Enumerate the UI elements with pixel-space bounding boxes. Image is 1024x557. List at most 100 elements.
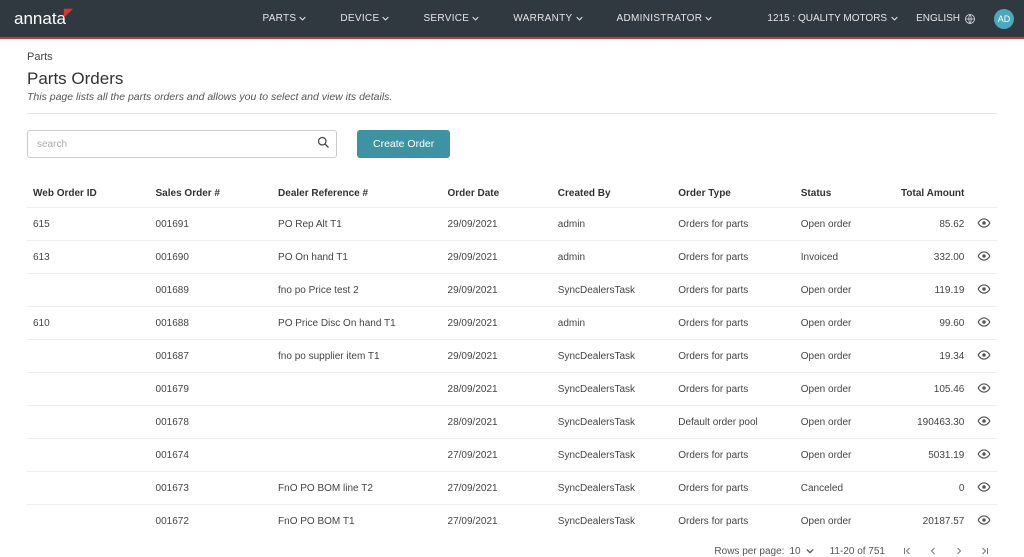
- avatar[interactable]: AD: [994, 9, 1014, 29]
- col-web-order-id[interactable]: Web Order ID: [27, 180, 150, 208]
- col-sales-order[interactable]: Sales Order #: [150, 180, 273, 208]
- prev-page-icon[interactable]: [927, 545, 939, 557]
- cell-created-by: admin: [552, 208, 672, 241]
- search-icon[interactable]: [316, 135, 331, 155]
- table-row[interactable]: 00167427/09/2021SyncDealersTaskOrders fo…: [27, 439, 997, 472]
- table-row[interactable]: 613001690PO On hand T129/09/2021adminOrd…: [27, 241, 997, 274]
- cell-order-type: Orders for parts: [672, 373, 795, 406]
- next-page-icon[interactable]: [953, 545, 965, 557]
- col-created-by[interactable]: Created By: [552, 180, 672, 208]
- cell-dealer-reference: fno po supplier item T1: [272, 340, 441, 373]
- cell-created-by: admin: [552, 241, 672, 274]
- col-order-type[interactable]: Order Type: [672, 180, 795, 208]
- cell-status: Open order: [795, 208, 893, 241]
- table-row[interactable]: 610001688PO Price Disc On hand T129/09/2…: [27, 307, 997, 340]
- nav-right: 1215 : QUALITY MOTORS ENGLISH AD: [767, 9, 1014, 29]
- cell-web-order-id: [27, 340, 150, 373]
- toolbar: Create Order: [27, 130, 997, 158]
- view-order-button[interactable]: [970, 340, 997, 373]
- logo[interactable]: annata◤: [14, 9, 72, 29]
- orders-table: Web Order ID Sales Order # Dealer Refere…: [27, 180, 997, 537]
- view-order-button[interactable]: [970, 208, 997, 241]
- cell-sales-order: 001672: [150, 505, 273, 538]
- pager: [901, 545, 991, 557]
- chevron-down-icon: [705, 15, 712, 22]
- rows-per-page-value: 10: [789, 546, 800, 557]
- menu-item-parts[interactable]: PARTS: [262, 13, 306, 24]
- table-row[interactable]: 001672FnO PO BOM T127/09/2021SyncDealers…: [27, 505, 997, 538]
- cell-total-amount: 119.19: [893, 274, 971, 307]
- cell-order-date: 28/09/2021: [442, 406, 552, 439]
- cell-created-by: SyncDealersTask: [552, 274, 672, 307]
- cell-sales-order: 001689: [150, 274, 273, 307]
- view-order-button[interactable]: [970, 406, 997, 439]
- breadcrumb[interactable]: Parts: [27, 51, 997, 63]
- table-row[interactable]: 001673FnO PO BOM line T227/09/2021SyncDe…: [27, 472, 997, 505]
- cell-dealer-reference: PO On hand T1: [272, 241, 441, 274]
- menu-item-service[interactable]: SERVICE: [423, 13, 479, 24]
- view-order-button[interactable]: [970, 241, 997, 274]
- view-order-button[interactable]: [970, 505, 997, 538]
- cell-dealer-reference: PO Price Disc On hand T1: [272, 307, 441, 340]
- cell-sales-order: 001673: [150, 472, 273, 505]
- cell-order-type: Default order pool: [672, 406, 795, 439]
- page-subtitle: This page lists all the parts orders and…: [27, 91, 997, 103]
- chevron-down-icon: [299, 15, 306, 22]
- table-header-row: Web Order ID Sales Order # Dealer Refere…: [27, 180, 997, 208]
- cell-total-amount: 0: [893, 472, 971, 505]
- cell-sales-order: 001688: [150, 307, 273, 340]
- cell-order-date: 27/09/2021: [442, 472, 552, 505]
- cell-dealer-reference: [272, 373, 441, 406]
- view-order-button[interactable]: [970, 439, 997, 472]
- language-selector[interactable]: ENGLISH: [916, 13, 976, 25]
- cell-dealer-reference: [272, 406, 441, 439]
- last-page-icon[interactable]: [979, 545, 991, 557]
- chevron-down-icon: [891, 15, 898, 22]
- cell-status: Open order: [795, 373, 893, 406]
- view-order-button[interactable]: [970, 307, 997, 340]
- dealer-selector[interactable]: 1215 : QUALITY MOTORS: [767, 13, 898, 24]
- globe-icon: [964, 13, 976, 25]
- page-title: Parts Orders: [27, 69, 997, 89]
- cell-status: Open order: [795, 439, 893, 472]
- search-wrap: [27, 130, 337, 158]
- menu-item-administrator[interactable]: ADMINISTRATOR: [617, 13, 713, 24]
- cell-sales-order: 001679: [150, 373, 273, 406]
- view-order-button[interactable]: [970, 274, 997, 307]
- search-input[interactable]: [27, 130, 337, 158]
- cell-sales-order: 001691: [150, 208, 273, 241]
- table-row[interactable]: 00167928/09/2021SyncDealersTaskOrders fo…: [27, 373, 997, 406]
- cell-status: Invoiced: [795, 241, 893, 274]
- col-total-amount[interactable]: Total Amount: [893, 180, 971, 208]
- cell-dealer-reference: FnO PO BOM T1: [272, 505, 441, 538]
- menu-item-warranty[interactable]: WARRANTY: [513, 13, 582, 24]
- table-row[interactable]: 615001691PO Rep Alt T129/09/2021adminOrd…: [27, 208, 997, 241]
- col-dealer-reference[interactable]: Dealer Reference #: [272, 180, 441, 208]
- col-status[interactable]: Status: [795, 180, 893, 208]
- cell-status: Open order: [795, 406, 893, 439]
- cell-order-type: Orders for parts: [672, 439, 795, 472]
- cell-created-by: SyncDealersTask: [552, 373, 672, 406]
- cell-web-order-id: [27, 274, 150, 307]
- table-row[interactable]: 001689fno po Price test 229/09/2021SyncD…: [27, 274, 997, 307]
- table-row[interactable]: 001687fno po supplier item T129/09/2021S…: [27, 340, 997, 373]
- cell-web-order-id: [27, 439, 150, 472]
- table-row[interactable]: 00167828/09/2021SyncDealersTaskDefault o…: [27, 406, 997, 439]
- cell-order-type: Orders for parts: [672, 472, 795, 505]
- divider: [27, 113, 997, 114]
- cell-total-amount: 105.46: [893, 373, 971, 406]
- cell-web-order-id: 615: [27, 208, 150, 241]
- cell-total-amount: 20187.57: [893, 505, 971, 538]
- view-order-button[interactable]: [970, 472, 997, 505]
- col-order-date[interactable]: Order Date: [442, 180, 552, 208]
- view-order-button[interactable]: [970, 373, 997, 406]
- first-page-icon[interactable]: [901, 545, 913, 557]
- cell-total-amount: 332.00: [893, 241, 971, 274]
- rows-per-page[interactable]: Rows per page: 10: [714, 546, 813, 557]
- cell-created-by: SyncDealersTask: [552, 505, 672, 538]
- cell-created-by: SyncDealersTask: [552, 340, 672, 373]
- cell-status: Open order: [795, 307, 893, 340]
- main-menu: PARTS DEVICE SERVICE WARRANTY ADMINISTRA…: [262, 13, 712, 24]
- menu-item-device[interactable]: DEVICE: [340, 13, 389, 24]
- create-order-button[interactable]: Create Order: [357, 130, 450, 158]
